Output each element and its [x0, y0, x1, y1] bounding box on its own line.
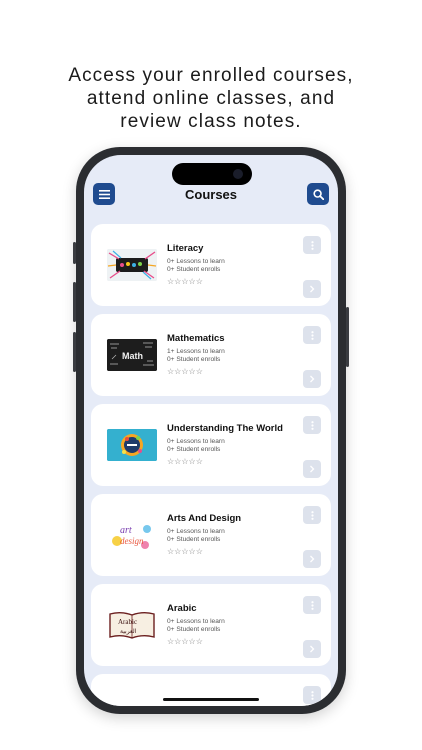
more-vertical-icon: [310, 240, 314, 250]
course-thumbnail-literacy: [107, 249, 157, 281]
course-list: Literacy 0+ Lessons to learn 0+ Student …: [91, 224, 331, 706]
open-course-button[interactable]: [303, 370, 321, 388]
chevron-right-icon: [310, 465, 315, 473]
headline-line-3: review class notes.: [120, 111, 302, 132]
course-title: Literacy: [167, 243, 204, 254]
more-options-button[interactable]: [303, 416, 321, 434]
page-title: Courses: [184, 187, 238, 202]
course-thumbnail-arts-and-design: art design: [107, 519, 157, 551]
open-course-button[interactable]: [303, 640, 321, 658]
more-vertical-icon: [310, 600, 314, 610]
headline-line-1: Access your enrolled courses,: [68, 65, 354, 86]
chevron-right-icon: [310, 555, 315, 563]
open-course-button[interactable]: [303, 280, 321, 298]
search-button[interactable]: [307, 183, 329, 205]
rating-stars: ☆☆☆☆☆: [167, 367, 203, 376]
course-card[interactable]: Understanding The World 0+ Lessons to le…: [91, 404, 331, 486]
course-title: Understanding The World: [167, 423, 283, 434]
more-options-button[interactable]: [303, 596, 321, 614]
course-title: Arts And Design: [167, 513, 242, 524]
more-vertical-icon: [310, 690, 314, 700]
chevron-right-icon: [310, 375, 315, 383]
phone-frame: Courses Literacy 0+ Lessons to learn 0+ …: [73, 147, 349, 714]
course-card[interactable]: Literacy 0+ Lessons to learn 0+ Student …: [91, 224, 331, 306]
more-options-button[interactable]: [303, 686, 321, 704]
chevron-right-icon: [310, 645, 315, 653]
arabic-script-thumb-text: العربية: [120, 628, 137, 635]
headline: Access your enrolled courses, attend onl…: [0, 64, 422, 133]
rating-stars: ☆☆☆☆☆: [167, 547, 203, 556]
course-card[interactable]: Arabic العربية Arabic 0+ Lessons to lear…: [91, 584, 331, 666]
more-options-button[interactable]: [303, 506, 321, 524]
search-icon: [312, 188, 324, 200]
course-card[interactable]: Math Mathematics 1+ Lessons to learn 0+ …: [91, 314, 331, 396]
more-options-button[interactable]: [303, 326, 321, 344]
design-thumb-text: design: [120, 536, 144, 546]
home-indicator[interactable]: [163, 698, 259, 701]
more-options-button[interactable]: [303, 236, 321, 254]
arabic-thumb-text: Arabic: [118, 618, 137, 626]
mute-switch: [73, 242, 76, 264]
course-title: Mathematics: [167, 333, 225, 344]
open-course-button[interactable]: [303, 550, 321, 568]
art-thumb-text: art: [120, 525, 132, 536]
headline-line-2: attend online classes, and: [86, 88, 336, 109]
course-card-partial[interactable]: [91, 674, 331, 706]
more-vertical-icon: [310, 330, 314, 340]
math-thumb-text: Math: [122, 351, 143, 361]
lessons-count: 0+ Lessons to learn: [167, 438, 225, 445]
lessons-count: 1+ Lessons to learn: [167, 348, 225, 355]
chevron-right-icon: [310, 285, 315, 293]
students-count: 0+ Student enrolls: [167, 446, 221, 453]
course-thumbnail-mathematics: Math: [107, 339, 157, 371]
screen: Courses Literacy 0+ Lessons to learn 0+ …: [84, 155, 338, 706]
volume-down-button: [73, 332, 76, 372]
course-card[interactable]: art design Arts And Design 0+ Lessons to…: [91, 494, 331, 576]
rating-stars: ☆☆☆☆☆: [167, 457, 203, 466]
power-button: [346, 307, 349, 367]
students-count: 0+ Student enrolls: [167, 626, 221, 633]
more-vertical-icon: [310, 510, 314, 520]
students-count: 0+ Student enrolls: [167, 266, 221, 273]
course-thumbnail-arabic: Arabic العربية: [107, 609, 157, 641]
course-title: Arabic: [167, 603, 197, 614]
camera-icon: [233, 169, 243, 179]
students-count: 0+ Student enrolls: [167, 536, 221, 543]
lessons-count: 0+ Lessons to learn: [167, 258, 225, 265]
rating-stars: ☆☆☆☆☆: [167, 277, 203, 286]
course-thumbnail-understanding-the-world: [107, 429, 157, 461]
volume-up-button: [73, 282, 76, 322]
more-vertical-icon: [310, 420, 314, 430]
open-course-button[interactable]: [303, 460, 321, 478]
lessons-count: 0+ Lessons to learn: [167, 618, 225, 625]
dynamic-island: [172, 163, 252, 185]
rating-stars: ☆☆☆☆☆: [167, 637, 203, 646]
students-count: 0+ Student enrolls: [167, 356, 221, 363]
lessons-count: 0+ Lessons to learn: [167, 528, 225, 535]
